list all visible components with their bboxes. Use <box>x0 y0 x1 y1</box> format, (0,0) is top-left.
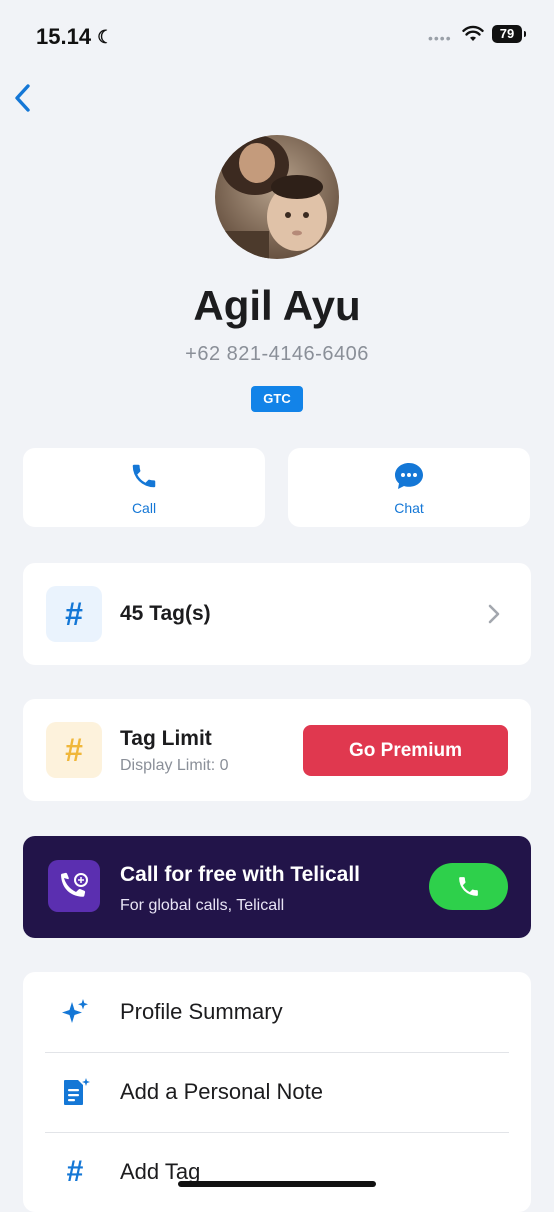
phone-icon <box>23 461 265 491</box>
profile-summary-label: Profile Summary <box>120 999 283 1024</box>
chat-button[interactable]: Chat <box>288 448 530 527</box>
telicall-banner[interactable]: Call for free with Telicall For global c… <box>23 836 531 938</box>
add-note-label: Add a Personal Note <box>120 1079 324 1104</box>
status-time: 15.14 ☾ <box>36 24 114 49</box>
add-tag-item[interactable]: # Add Tag <box>45 1132 509 1212</box>
wifi-icon <box>462 25 484 41</box>
sparkles-icon <box>62 999 88 1023</box>
tag-limit-card: # Tag Limit Display Limit: 0 Go Premium <box>23 699 531 801</box>
chevron-right-icon <box>488 604 500 624</box>
tag-count-label: 45 Tag(s) <box>120 602 211 625</box>
chat-bubble-icon <box>288 461 530 491</box>
status-bar: 15.14 ☾ •••• 79 <box>0 0 554 70</box>
go-premium-button[interactable]: Go Premium <box>303 725 508 776</box>
moon-icon: ☾ <box>97 27 114 47</box>
carrier-badge: GTC <box>251 386 303 412</box>
hash-icon: # <box>66 1155 84 1188</box>
back-chevron-icon[interactable] <box>8 80 38 116</box>
tag-limit-subtitle: Display Limit: 0 <box>120 757 229 774</box>
tags-row[interactable]: # 45 Tag(s) <box>23 563 531 665</box>
options-menu: Profile Summary Add a Personal Note # Ad… <box>23 972 531 1212</box>
call-label: Call <box>131 500 157 516</box>
telicall-call-button[interactable] <box>429 863 508 910</box>
hash-limit-icon: # <box>46 722 102 778</box>
signal-icon: •••• <box>428 30 452 46</box>
home-indicator <box>178 1181 376 1187</box>
avatar <box>215 135 339 259</box>
tag-limit-title: Tag Limit <box>120 727 212 750</box>
chat-label: Chat <box>394 500 424 516</box>
call-button[interactable]: Call <box>23 448 265 527</box>
telicall-subtitle: For global calls, Telicall <box>120 897 285 914</box>
telicall-app-icon <box>48 860 100 912</box>
profile-summary-item[interactable]: Profile Summary <box>45 972 509 1053</box>
hash-icon: # <box>46 586 102 642</box>
contact-phone: +62 821-4146-6406 <box>185 343 369 365</box>
note-icon <box>64 1078 90 1105</box>
battery-indicator: 79 <box>492 25 526 43</box>
add-note-item[interactable]: Add a Personal Note <box>45 1052 509 1133</box>
phone-icon <box>459 877 478 896</box>
telicall-title: Call for free with Telicall <box>120 863 361 886</box>
contact-name: Agil Ayu <box>193 282 361 329</box>
